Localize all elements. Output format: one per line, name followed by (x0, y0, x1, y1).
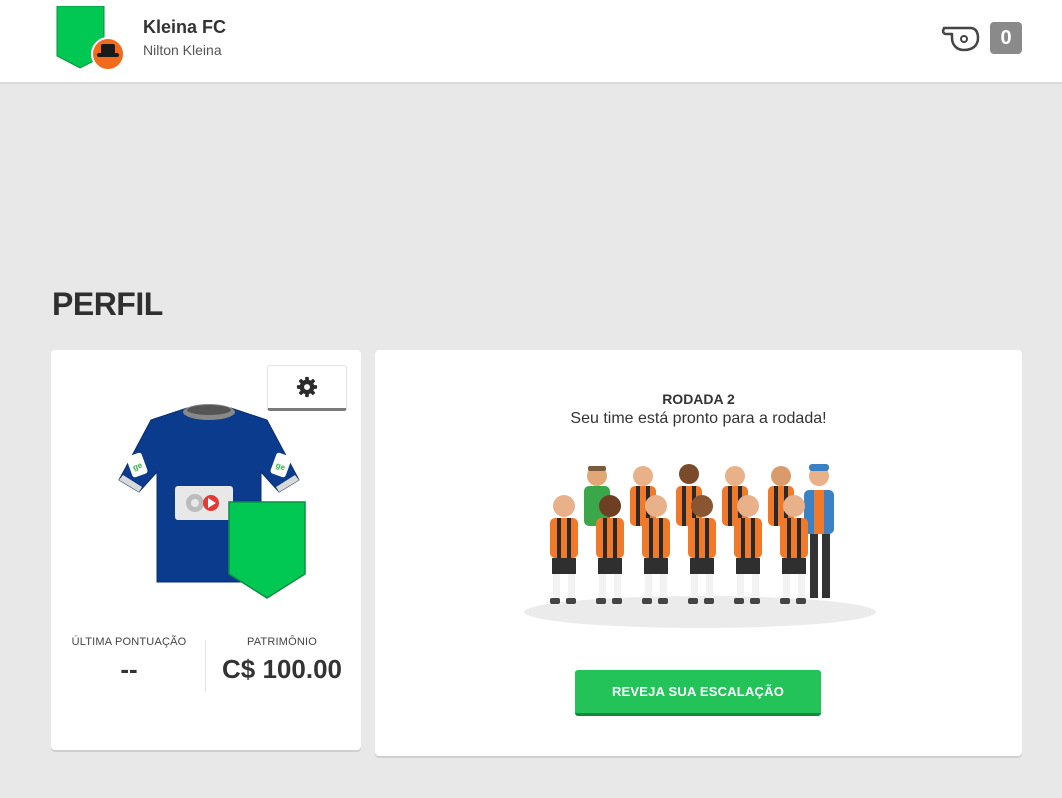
review-lineup-button[interactable]: REVEJA SUA ESCALAÇÃO (575, 670, 821, 716)
page-title: PERFIL (52, 286, 163, 322)
team-shirt: ge ge (118, 404, 306, 599)
gear-icon (296, 376, 318, 398)
last-score-value: -- (120, 654, 138, 684)
patrimony-stat: PATRIMÔNIO C$ 100.00 (207, 636, 357, 685)
team-name: Kleina FC (143, 17, 227, 37)
profile-card: ge ge ÚLTIMA PONTUAÇÃO -- PATRIMÔNIO C$ … (51, 350, 361, 750)
team-illustration (524, 464, 876, 628)
team-crest[interactable] (56, 6, 126, 72)
round-card: RODADA 2 Seu time está pronto para a rod… (375, 350, 1022, 756)
whistle-icon[interactable] (940, 22, 982, 54)
profile-stats: ÚLTIMA PONTUAÇÃO -- PATRIMÔNIO C$ 100.00 (51, 636, 361, 696)
stats-divider (205, 640, 206, 692)
round-title: RODADA 2 (662, 391, 735, 407)
notification-count-badge[interactable]: 0 (990, 22, 1022, 54)
owner-name: Nilton Kleina (143, 42, 222, 58)
last-score-label: ÚLTIMA PONTUAÇÃO (71, 636, 187, 648)
last-score-stat: ÚLTIMA PONTUAÇÃO -- (59, 636, 199, 685)
patrimony-label: PATRIMÔNIO (246, 636, 318, 648)
round-status: Seu time está pronto para a rodada! (570, 410, 827, 427)
top-bar: Kleina FC Nilton Kleina 0 (0, 0, 1062, 84)
patrimony-value: C$ 100.00 (222, 654, 342, 684)
